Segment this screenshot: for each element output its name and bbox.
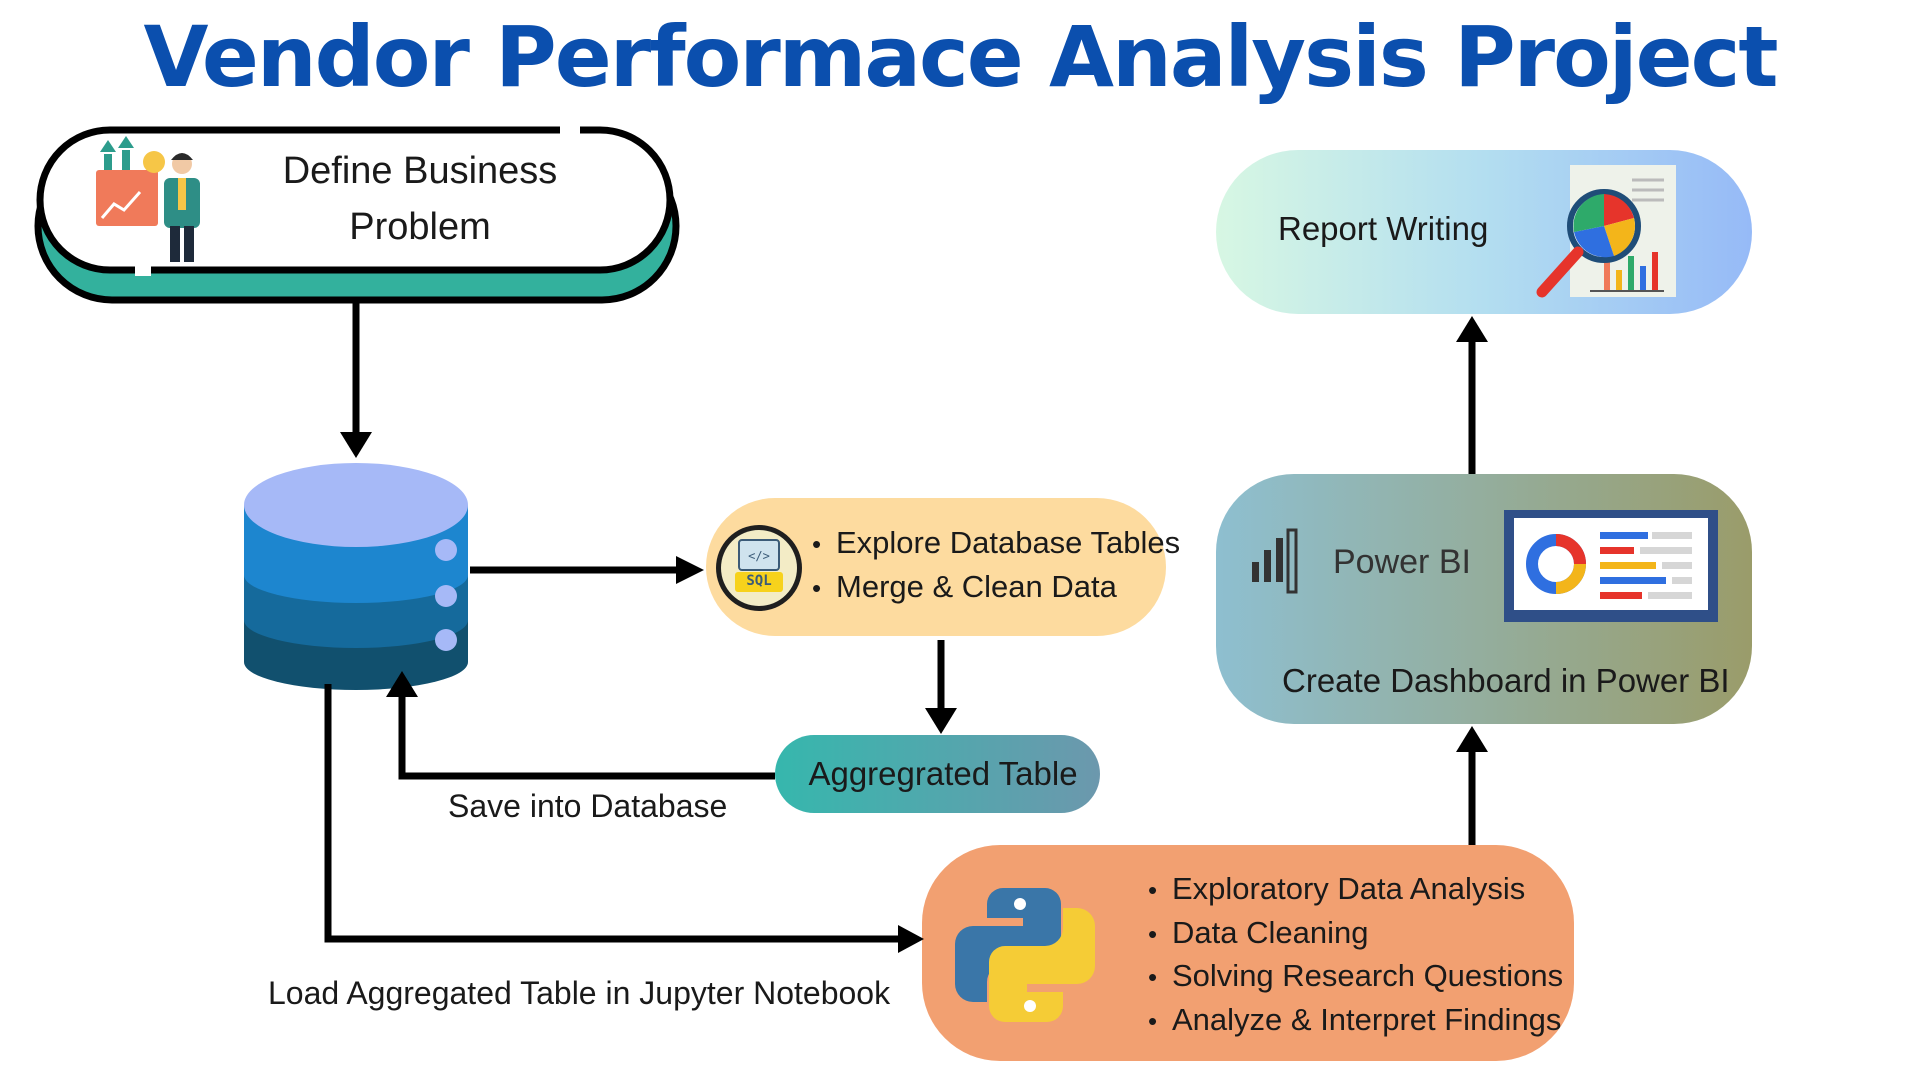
aggregated-table-label: Aggregrated Table	[808, 755, 1078, 792]
arrowhead-down-database	[340, 432, 372, 458]
python-task-item: Exploratory Data Analysis	[1148, 868, 1563, 912]
sql-icon-label: SQL	[746, 573, 772, 589]
python-task-item: Data Cleaning	[1148, 912, 1563, 956]
arrowhead-right-sql	[676, 556, 704, 584]
database-icon	[244, 463, 468, 690]
python-task-item: Analyze & Interpret Findings	[1148, 999, 1563, 1043]
python-task-item: Solving Research Questions	[1148, 955, 1563, 999]
dashboard-screen-icon	[1504, 510, 1718, 622]
arrowhead-up-report	[1456, 316, 1488, 342]
create-dashboard-label: Create Dashboard in Power BI	[1282, 662, 1730, 699]
sql-task-list: Explore Database Tables Merge & Clean Da…	[812, 522, 1180, 609]
page-title: Vendor Performace Analysis Project	[143, 8, 1778, 106]
sql-task-item: Merge & Clean Data	[812, 566, 1180, 610]
svg-text:</>: </>	[748, 549, 770, 563]
sql-task-item: Explore Database Tables	[812, 522, 1180, 566]
save-into-database-label: Save into Database	[448, 788, 728, 824]
arrow-aggregated-to-database	[398, 694, 775, 780]
load-into-notebook-label: Load Aggregated Table in Jupyter Noteboo…	[268, 975, 891, 1011]
sql-icon: </>	[716, 525, 802, 611]
arrowhead-down-aggregated	[925, 708, 957, 734]
powerbi-brand-label: Power BI	[1333, 543, 1471, 581]
report-writing-label: Report Writing	[1278, 210, 1489, 247]
define-business-problem-label: Define Business Problem	[282, 150, 558, 248]
arrowhead-right-python	[898, 925, 924, 953]
arrowhead-up-powerbi	[1456, 726, 1488, 752]
python-task-list: Exploratory Data Analysis Data Cleaning …	[1148, 868, 1563, 1042]
